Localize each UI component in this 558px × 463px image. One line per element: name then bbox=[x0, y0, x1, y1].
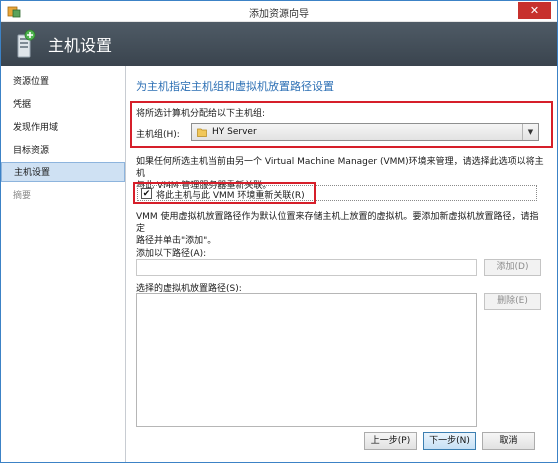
host-group-label: 主机组(H): bbox=[136, 130, 180, 140]
back-button[interactable]: 上一步(P) bbox=[364, 432, 417, 450]
chevron-down-icon[interactable]: ▼ bbox=[522, 124, 538, 140]
wizard-header: 主机设置 bbox=[1, 22, 557, 66]
wizard-content: 为主机指定主机组和虚拟机放置路径设置 将所选计算机分配给以下主机组: 主机组(H… bbox=[127, 66, 557, 462]
window-title: 添加资源向导 bbox=[249, 9, 309, 20]
host-group-prompt: 将所选计算机分配给以下主机组: bbox=[136, 109, 266, 119]
step-resource-location[interactable]: 资源位置 bbox=[1, 72, 125, 92]
selected-paths-list[interactable] bbox=[136, 293, 477, 427]
step-summary: 摘要 bbox=[13, 191, 32, 201]
add-path-button[interactable]: 添加(D) bbox=[484, 259, 541, 276]
step-credentials[interactable]: 凭据 bbox=[1, 95, 125, 115]
add-path-input[interactable] bbox=[136, 259, 477, 276]
wizard-window: 添加资源向导 ✕ 主机设置 资源位置 凭据 发现作用域 目标资源 主机设置 摘要… bbox=[0, 0, 558, 463]
host-group-select[interactable]: HY Server ▼ bbox=[191, 123, 539, 141]
page-title: 主机设置 bbox=[48, 36, 113, 55]
remove-path-button[interactable]: 删除(E) bbox=[484, 293, 541, 310]
next-button[interactable]: 下一步(N) bbox=[423, 432, 476, 450]
add-path-label: 添加以下路径(A): bbox=[136, 249, 207, 259]
placement-description: VMM 使用虚拟机放置路径作为默认位置来存储主机上放置的虚拟机。要添加新虚拟机放… bbox=[136, 211, 546, 247]
placement-description-line-1: VMM 使用虚拟机放置路径作为默认位置来存储主机上放置的虚拟机。要添加新虚拟机放… bbox=[136, 212, 539, 234]
host-group-value: HY Server bbox=[212, 127, 257, 137]
highlight-box-reassociate bbox=[133, 182, 316, 204]
title-bar: 添加资源向导 ✕ bbox=[1, 1, 557, 22]
cancel-button[interactable]: 取消 bbox=[482, 432, 535, 450]
step-target-resources[interactable]: 目标资源 bbox=[1, 141, 125, 161]
section-title: 为主机指定主机组和虚拟机放置路径设置 bbox=[136, 80, 334, 93]
wizard-step-nav: 资源位置 凭据 发现作用域 目标资源 主机设置 摘要 bbox=[1, 66, 126, 462]
close-button[interactable]: ✕ bbox=[518, 2, 551, 19]
host-group-folder-icon bbox=[197, 127, 207, 137]
host-server-icon bbox=[14, 29, 36, 59]
step-host-settings[interactable]: 主机设置 bbox=[1, 162, 125, 182]
step-discovery-scope[interactable]: 发现作用域 bbox=[1, 118, 125, 138]
reassociate-description-line-1: 如果任何所选主机当前由另一个 Virtual Machine Manager (… bbox=[136, 157, 544, 179]
